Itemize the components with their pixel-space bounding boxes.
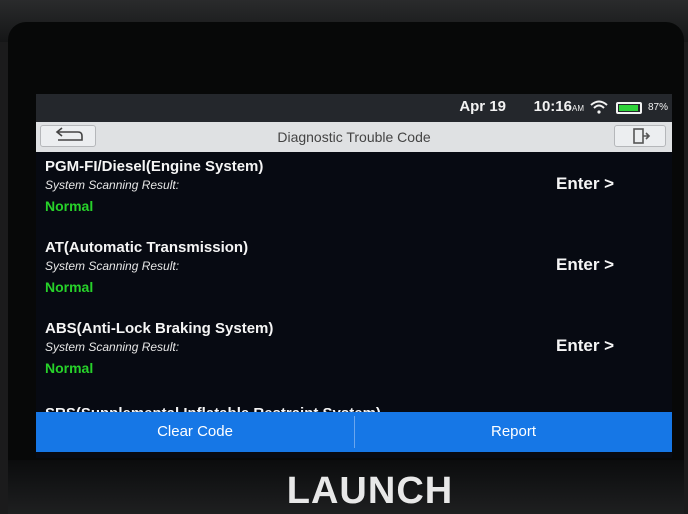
status-bar: Apr 19 10:16 AM 87%: [36, 94, 672, 122]
device-screen: Apr 19 10:16 AM 87% Diagnostic Trouble C…: [36, 94, 672, 458]
scan-result-label: System Scanning Result:: [45, 178, 180, 192]
enter-button[interactable]: Enter >: [556, 255, 614, 275]
battery-level: [619, 105, 639, 111]
scan-result-label: System Scanning Result:: [45, 340, 180, 354]
enter-button[interactable]: Enter >: [556, 336, 614, 356]
status-ampm: AM: [572, 104, 584, 113]
list-item[interactable]: ABS(Anti-Lock Braking System) System Sca…: [36, 314, 672, 394]
title-bar: Diagnostic Trouble Code: [36, 122, 672, 152]
wifi-icon: [590, 100, 608, 114]
scan-result-label: System Scanning Result:: [45, 259, 180, 273]
report-button[interactable]: Report: [355, 412, 672, 452]
status-badge: Normal: [45, 198, 94, 214]
system-name: AT(Automatic Transmission): [45, 239, 249, 256]
status-time: 10:16: [533, 98, 572, 115]
enter-button[interactable]: Enter >: [556, 174, 614, 194]
status-date: Apr 19: [459, 98, 506, 115]
battery-percent: 87%: [647, 102, 668, 113]
page-title: Diagnostic Trouble Code: [277, 129, 431, 145]
exit-icon: [633, 128, 651, 144]
status-badge: Normal: [45, 279, 94, 295]
system-name: ABS(Anti-Lock Braking System): [45, 320, 274, 337]
brand-logo: LAUNCH: [286, 470, 454, 512]
status-badge: Normal: [45, 360, 94, 376]
list-item[interactable]: AT(Automatic Transmission) System Scanni…: [36, 233, 672, 313]
clear-code-button[interactable]: Clear Code: [36, 412, 354, 452]
system-name: PGM-FI/Diesel(Engine System): [45, 158, 264, 175]
exit-button[interactable]: [614, 125, 666, 147]
battery-icon: [616, 102, 642, 114]
system-list: PGM-FI/Diesel(Engine System) System Scan…: [36, 152, 672, 414]
action-bar: Clear Code Report: [36, 412, 672, 452]
list-item[interactable]: PGM-FI/Diesel(Engine System) System Scan…: [36, 152, 672, 232]
